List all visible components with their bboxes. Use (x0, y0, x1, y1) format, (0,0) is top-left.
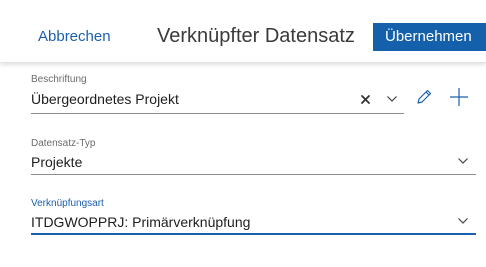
link-type-select[interactable]: ITDGWOPPRJ: Primärverknüpfung (31, 214, 250, 230)
caption-label: Beschriftung (31, 74, 87, 85)
linked-record-dialog: Abbrechen Verknüpfter Datensatz Übernehm… (0, 0, 486, 267)
close-icon[interactable] (360, 94, 371, 105)
chevron-down-icon[interactable] (457, 157, 469, 165)
plus-icon[interactable] (448, 86, 470, 108)
link-type-label: Verknüpfungsart (31, 198, 104, 209)
apply-button[interactable]: Übernehmen (373, 23, 486, 51)
caption-input[interactable]: Übergeordnetes Projekt (31, 91, 179, 107)
chevron-down-icon[interactable] (457, 217, 469, 225)
link-type-underline (31, 233, 476, 235)
record-type-select[interactable]: Projekte (31, 154, 82, 170)
dialog-title: Verknüpfter Datensatz (157, 25, 355, 47)
record-type-label: Datensatz-Typ (31, 138, 96, 149)
dialog-header: Abbrechen Verknüpfter Datensatz Übernehm… (0, 0, 486, 63)
record-type-underline (31, 174, 476, 175)
caption-underline (31, 113, 404, 114)
cancel-button[interactable]: Abbrechen (38, 28, 111, 45)
pencil-icon[interactable] (414, 87, 434, 107)
chevron-down-icon[interactable] (386, 95, 398, 103)
